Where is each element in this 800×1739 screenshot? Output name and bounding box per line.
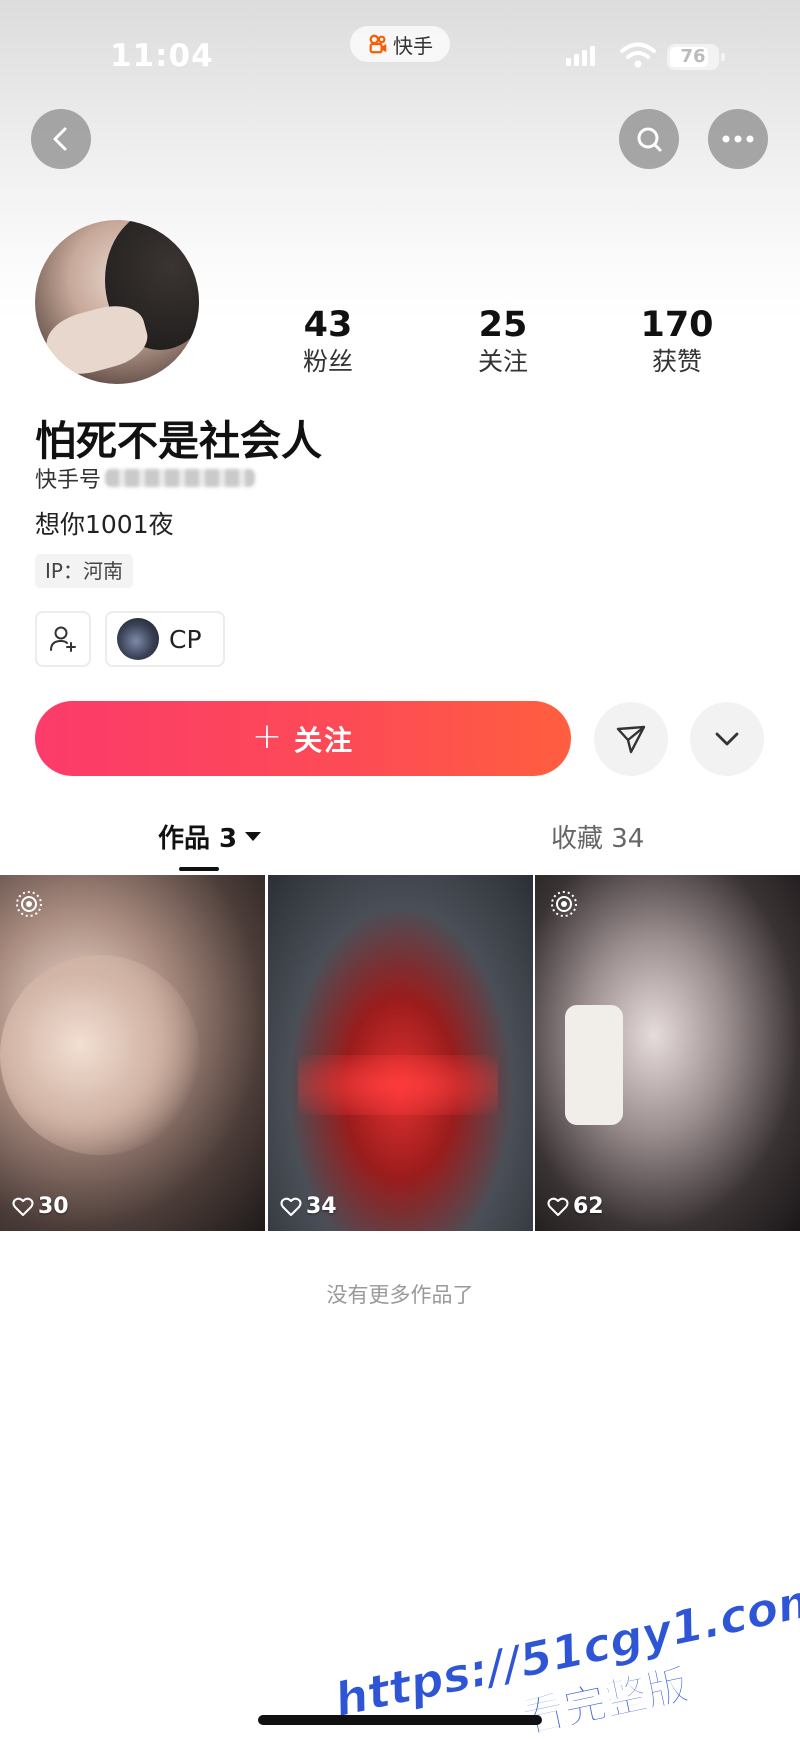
stat-likes[interactable]: 170 获赞 [607,305,747,377]
heart-icon [547,1197,569,1216]
chevron-left-icon [53,127,67,151]
live-photo-icon [16,891,42,917]
heart-icon [12,1197,34,1216]
follow-label: 关注 [294,723,355,757]
tab-collect-label: 收藏 34 [551,824,645,854]
watermark: https://51cgy1.com 看完整版 [320,1528,800,1739]
stat-fans[interactable]: 43 粉丝 [258,305,398,377]
heart-icon [280,1197,302,1216]
battery-icon: 76 [667,44,725,70]
tab-collect[interactable]: 收藏 34 [551,818,644,855]
work-likes: 62 [547,1194,604,1219]
caret-down-icon [245,832,262,841]
no-more-works-text: 没有更多作品了 [326,1283,474,1307]
work-likes-count: 34 [306,1194,337,1219]
profile-bio: 想你1001夜 [35,510,174,539]
app-name: 快手 [393,33,433,58]
add-user-icon [50,626,76,652]
share-button[interactable] [594,702,668,776]
cp-avatar [117,618,159,660]
work-likes: 30 [12,1194,69,1219]
live-photo-icon [551,891,577,917]
likes-count: 170 [640,305,714,345]
battery-level: 76 [680,46,706,67]
wifi-icon [620,42,656,68]
tab-works-label: 作品 3 [158,824,238,854]
stat-following[interactable]: 25 关注 [433,305,573,377]
status-bar: 11:04 快手 76 [0,0,800,100]
kuaishou-id-label: 快手号 [35,468,102,493]
fans-count: 43 [303,305,353,345]
cp-label: CP [169,624,202,654]
likes-label: 获赞 [651,347,702,376]
cellular-signal-icon [566,46,595,66]
plus-icon: + [251,715,283,757]
tab-active-indicator [179,867,219,871]
ip-location-badge: IP：河南 [35,554,133,588]
work-tile[interactable]: 62 [535,875,800,1231]
works-grid: 30 34 62 [0,875,800,1231]
work-tile[interactable]: 30 [0,875,265,1231]
follow-button[interactable]: + 关注 [35,701,571,776]
more-button[interactable] [708,109,768,169]
send-icon [616,725,646,754]
home-indicator[interactable] [258,1715,542,1725]
profile-avatar[interactable] [35,220,199,384]
more-dots-icon [722,135,754,143]
fans-label: 粉丝 [302,347,353,376]
following-label: 关注 [477,347,528,376]
add-friend-button[interactable] [35,611,91,667]
following-count: 25 [478,305,528,345]
tab-works[interactable]: 作品 3 [158,818,262,855]
kuaishou-id[interactable]: 快手号 [35,462,256,494]
kuaishou-id-redacted [105,469,256,487]
status-time: 11:04 [110,38,214,74]
cp-button[interactable]: CP [105,611,225,667]
kuaishou-logo-icon [369,34,387,54]
profile-nickname: 怕死不是社会人 [35,417,322,465]
work-likes-count: 62 [573,1194,604,1219]
expand-button[interactable] [690,702,764,776]
chevron-down-icon [715,732,739,746]
back-button[interactable] [31,109,91,169]
app-indicator-pill[interactable]: 快手 [350,26,450,62]
work-likes: 34 [280,1194,337,1219]
work-likes-count: 30 [38,1194,69,1219]
search-button[interactable] [619,109,679,169]
work-tile[interactable]: 34 [268,875,533,1231]
search-icon [637,127,662,152]
